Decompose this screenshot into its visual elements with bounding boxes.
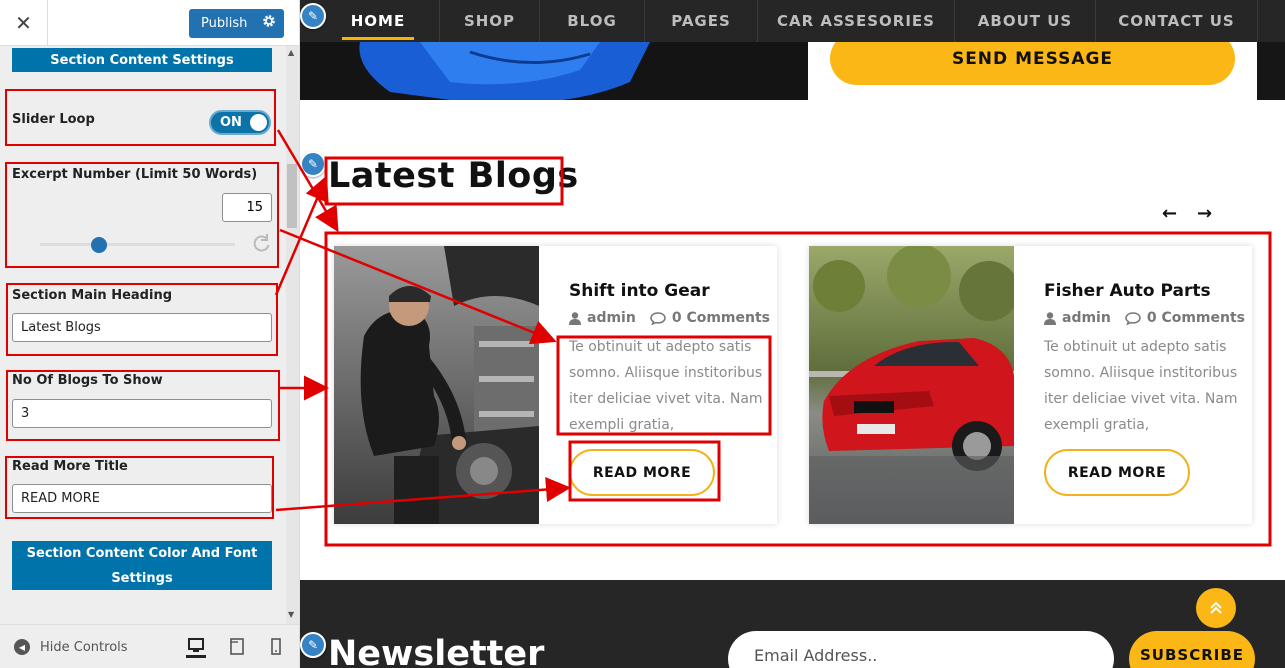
section-main-heading-input[interactable]: Latest Blogs [12, 313, 272, 342]
close-customizer-button[interactable]: ✕ [0, 0, 48, 46]
hero-image-right [1257, 42, 1285, 100]
customizer-controls: Section Content Settings Slider Loop ON … [0, 46, 286, 624]
sidebar-scrollbar-thumb[interactable] [287, 164, 297, 228]
edit-shortcut-icon[interactable]: ✎ [300, 3, 326, 29]
section-content-settings-button[interactable]: Section Content Settings [12, 48, 272, 72]
blog-card-meta: admin 0 Comments [569, 310, 770, 326]
toggle-knob [250, 114, 267, 131]
blog-card-title[interactable]: Fisher Auto Parts [1044, 281, 1211, 301]
nav-item-pages[interactable]: PAGES [645, 0, 758, 42]
nav-item-home[interactable]: HOME [342, 0, 414, 42]
customizer-footer: ◀ Hide Controls [0, 624, 299, 668]
subscribe-button[interactable]: SUBSCRIBE [1129, 631, 1255, 668]
hero-image [300, 42, 808, 100]
email-address-input[interactable]: Email Address.. [728, 631, 1114, 668]
scroll-up-arrow-icon[interactable]: ▲ [288, 48, 294, 57]
slider-loop-label: Slider Loop [12, 112, 95, 127]
read-more-button[interactable]: READ MORE [1044, 449, 1190, 496]
mechanic-photo [334, 246, 539, 524]
excerpt-number-input[interactable]: 15 [222, 193, 272, 222]
blog-card-meta: admin 0 Comments [1044, 310, 1245, 326]
hide-controls-icon: ◀ [14, 639, 30, 655]
blog-card-comments[interactable]: 0 Comments [672, 310, 770, 326]
blogs-to-show-input[interactable]: 3 [12, 399, 272, 428]
section-main-heading-label: Section Main Heading [12, 288, 173, 303]
excerpt-range-track[interactable] [40, 243, 235, 246]
excerpt-range-handle[interactable] [90, 237, 107, 253]
slider-loop-toggle[interactable]: ON [209, 110, 271, 135]
section-color-font-settings-button[interactable]: Section Content Color And Font Settings [12, 541, 272, 590]
mobile-preview-icon[interactable] [270, 638, 290, 658]
publish-label: Publish [201, 16, 248, 31]
tablet-preview-icon[interactable] [229, 638, 249, 658]
blog-card-comments[interactable]: 0 Comments [1147, 310, 1245, 326]
blog-card-excerpt: Te obtinuit ut adepto satis somno. Aliis… [569, 339, 763, 433]
newsletter-heading: Newsletter [328, 634, 545, 668]
blog-card-title[interactable]: Shift into Gear [569, 281, 710, 301]
blog-card-excerpt: Te obtinuit ut adepto satis somno. Aliis… [1044, 339, 1238, 433]
desktop-preview-icon[interactable] [186, 638, 206, 658]
blogs-to-show-label: No Of Blogs To Show [12, 373, 163, 388]
edit-shortcut-icon[interactable]: ✎ [300, 151, 326, 177]
comment-icon [1125, 311, 1141, 325]
blog-card-author[interactable]: admin [1062, 310, 1111, 326]
nav-item-about-us[interactable]: ABOUT US [955, 0, 1096, 42]
next-arrow-icon[interactable]: → [1197, 203, 1212, 224]
hide-controls-button[interactable]: ◀ Hide Controls [14, 639, 128, 655]
user-icon [1044, 311, 1056, 325]
nav-active-underline [342, 37, 414, 40]
read-more-button[interactable]: READ MORE [569, 449, 715, 496]
nav-item-car-accessories[interactable]: CAR ASSESORIES [758, 0, 955, 42]
customizer-header: ✕ Publish [0, 0, 299, 46]
read-more-title-input[interactable]: READ MORE [12, 484, 272, 513]
nav-item-blog[interactable]: BLOG [540, 0, 645, 42]
excerpt-number-label: Excerpt Number (Limit 50 Words) [12, 167, 258, 182]
site-preview: SEND MESSAGE HOME SHOP BLOG PAGES CAR AS… [300, 0, 1285, 668]
scroll-to-top-icon[interactable] [1196, 588, 1236, 628]
main-navigation: HOME SHOP BLOG PAGES CAR ASSESORIES ABOU… [300, 0, 1285, 42]
toggle-state-label: ON [220, 115, 242, 130]
customizer-sidebar: ✕ Publish Section Content Settings Slide… [0, 0, 300, 668]
scroll-down-arrow-icon[interactable]: ▼ [288, 610, 294, 619]
gear-icon[interactable] [262, 14, 276, 32]
edit-shortcut-icon[interactable]: ✎ [300, 632, 326, 658]
user-icon [569, 311, 581, 325]
comment-icon [650, 311, 666, 325]
publish-button[interactable]: Publish [189, 9, 284, 38]
blog-card: Shift into Gear admin 0 Comments Te obti… [334, 246, 777, 524]
read-more-title-label: Read More Title [12, 459, 128, 474]
sidebar-scrollbar[interactable] [286, 46, 299, 624]
blog-card: Fisher Auto Parts admin 0 Comments Te ob… [809, 246, 1252, 524]
reset-icon[interactable] [252, 233, 272, 253]
prev-arrow-icon[interactable]: ← [1162, 203, 1177, 224]
newsletter-section: Newsletter Email Address.. SUBSCRIBE [300, 580, 1285, 668]
red-car-photo [809, 246, 1014, 524]
nav-item-contact-us[interactable]: CONTACT US [1096, 0, 1258, 42]
latest-blogs-heading: Latest Blogs [328, 156, 579, 196]
nav-item-shop[interactable]: SHOP [439, 0, 540, 42]
hide-controls-label: Hide Controls [40, 639, 128, 655]
blog-card-author[interactable]: admin [587, 310, 636, 326]
